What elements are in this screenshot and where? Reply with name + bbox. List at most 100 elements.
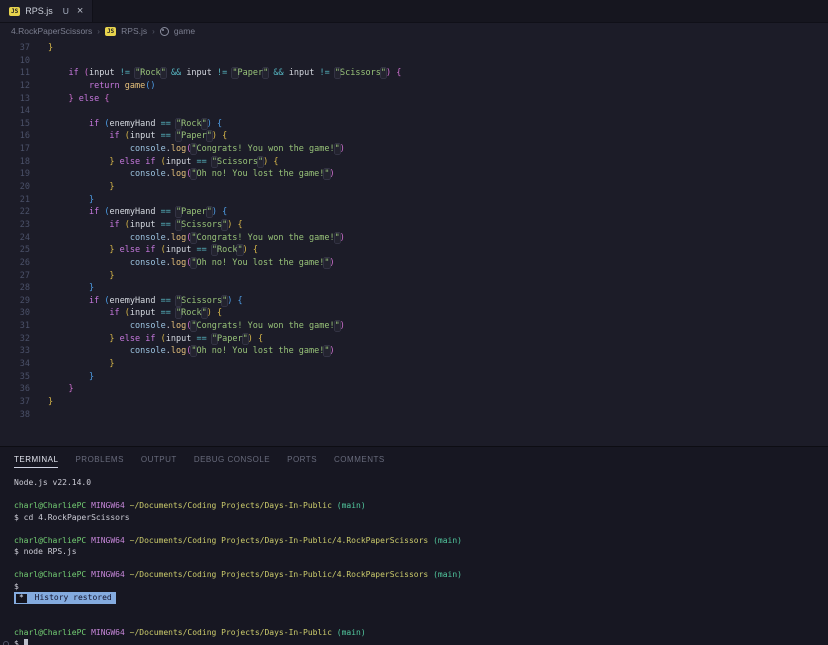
code-line: 19 console.log("Oh no! You lost the game… [0, 168, 828, 181]
terminal-line: $ cd 4.RockPaperScissors [14, 512, 828, 524]
tab-title: RPS.js [25, 6, 53, 16]
line-number: 34 [0, 358, 30, 371]
panel-tab-bar: TERMINAL PROBLEMS OUTPUT DEBUG CONSOLE P… [0, 447, 828, 471]
git-status-badge: U [63, 6, 69, 16]
line-number: 14 [0, 105, 30, 118]
tab-comments[interactable]: COMMENTS [334, 450, 385, 468]
line-number: 35 [0, 371, 30, 384]
line-number: 23 [0, 219, 30, 232]
code-line: 23 if (input == "Scissors") { [0, 219, 828, 232]
line-number: 21 [0, 194, 30, 207]
line-number: 29 [0, 295, 30, 308]
line-number: 17 [0, 143, 30, 156]
tab-rps-js[interactable]: JS RPS.js U × [0, 0, 93, 22]
line-number: 16 [0, 130, 30, 143]
vscode-window: JS RPS.js U × 4.RockPaperScissors › JS R… [0, 0, 828, 645]
line-number: 12 [0, 80, 30, 93]
code-line: 38 [0, 409, 828, 422]
line-number: 10 [0, 55, 30, 68]
code-line: 14 [0, 105, 828, 118]
code-line: 16 if (input == "Paper") { [0, 130, 828, 143]
code-line: 25 } else if (input == "Rock") { [0, 244, 828, 257]
tab-debug-console[interactable]: DEBUG CONSOLE [194, 450, 270, 468]
code-line: 11 if (input != "Rock" && input != "Pape… [0, 67, 828, 80]
code-line: 18 } else if (input == "Scissors") { [0, 156, 828, 169]
line-number: 18 [0, 156, 30, 169]
line-number: 13 [0, 93, 30, 106]
line-number: 27 [0, 270, 30, 283]
terminal-line [14, 558, 828, 570]
terminal-line [14, 489, 828, 501]
terminal-line [14, 523, 828, 535]
terminal-cursor [24, 639, 29, 645]
terminal-line [14, 604, 828, 616]
line-number: 37 [0, 396, 30, 409]
code-line: 30 if (input == "Rock") { [0, 307, 828, 320]
terminal-line: charl@CharliePC MINGW64 ~/Documents/Codi… [14, 627, 828, 639]
code-line: 29 if (enemyHand == "Scissors") { [0, 295, 828, 308]
line-number: 15 [0, 118, 30, 131]
terminal-line: $ [14, 638, 828, 645]
close-tab-icon[interactable]: × [77, 6, 83, 16]
code-line: 31 console.log("Congrats! You won the ga… [0, 320, 828, 333]
line-number: 31 [0, 320, 30, 333]
history-restored-badge: * History restored [14, 592, 828, 604]
terminal-line: $ node RPS.js [14, 546, 828, 558]
terminal-line: charl@CharliePC MINGW64 ~/Documents/Codi… [14, 535, 828, 547]
code-line: 37} [0, 396, 828, 409]
asterisk-icon: * [16, 594, 27, 603]
code-line: 12 return game() [0, 80, 828, 93]
breadcrumb-file[interactable]: RPS.js [121, 26, 147, 36]
code-line: 26 console.log("Oh no! You lost the game… [0, 257, 828, 270]
code-editor[interactable]: 37}1011 if (input != "Rock" && input != … [0, 39, 828, 446]
tab-terminal[interactable]: TERMINAL [14, 450, 58, 468]
line-number: 25 [0, 244, 30, 257]
line-number: 19 [0, 168, 30, 181]
code-line: 13 } else { [0, 93, 828, 106]
code-line: 28 } [0, 282, 828, 295]
breadcrumb-symbol[interactable]: game [174, 26, 195, 36]
code-line: 17 console.log("Congrats! You won the ga… [0, 143, 828, 156]
code-line: 15 if (enemyHand == "Rock") { [0, 118, 828, 131]
line-number: 22 [0, 206, 30, 219]
line-number: 28 [0, 282, 30, 295]
terminal-line: Node.js v22.14.0 [14, 477, 828, 489]
breadcrumb-folder[interactable]: 4.RockPaperScissors [11, 26, 92, 36]
chevron-right-icon: › [97, 27, 100, 36]
code-line: 37} [0, 42, 828, 55]
line-number: 26 [0, 257, 30, 270]
line-number: 33 [0, 345, 30, 358]
code-line: 22 if (enemyHand == "Paper") { [0, 206, 828, 219]
code-line: 20 } [0, 181, 828, 194]
terminal-line: charl@CharliePC MINGW64 ~/Documents/Codi… [14, 500, 828, 512]
code-line: 24 console.log("Congrats! You won the ga… [0, 232, 828, 245]
line-number: 30 [0, 307, 30, 320]
bottom-panel: TERMINAL PROBLEMS OUTPUT DEBUG CONSOLE P… [0, 446, 828, 645]
code-line: 33 console.log("Oh no! You lost the game… [0, 345, 828, 358]
javascript-file-icon: JS [105, 27, 116, 36]
tab-ports[interactable]: PORTS [287, 450, 317, 468]
line-number: 36 [0, 383, 30, 396]
terminal-output[interactable]: Node.js v22.14.0 charl@CharliePC MINGW64… [0, 471, 828, 645]
code-line: 35 } [0, 371, 828, 384]
code-line: 32 } else if (input == "Paper") { [0, 333, 828, 346]
editor-tab-bar: JS RPS.js U × [0, 0, 828, 23]
symbol-method-icon [160, 27, 169, 36]
line-number: 20 [0, 181, 30, 194]
breadcrumb: 4.RockPaperScissors › JS RPS.js › game [0, 23, 828, 39]
javascript-file-icon: JS [9, 7, 20, 16]
tab-problems[interactable]: PROBLEMS [75, 450, 123, 468]
code-line: 36 } [0, 383, 828, 396]
terminal-line [14, 615, 828, 627]
line-number: 32 [0, 333, 30, 346]
code-line: 10 [0, 55, 828, 68]
code-line: 34 } [0, 358, 828, 371]
line-number: 38 [0, 409, 30, 422]
tab-output[interactable]: OUTPUT [141, 450, 177, 468]
code-line: 27 } [0, 270, 828, 283]
line-number: 11 [0, 67, 30, 80]
terminal-line: $ [14, 581, 828, 593]
line-number: 37 [0, 42, 30, 55]
terminal-line: charl@CharliePC MINGW64 ~/Documents/Codi… [14, 569, 828, 581]
code-line: 21 } [0, 194, 828, 207]
